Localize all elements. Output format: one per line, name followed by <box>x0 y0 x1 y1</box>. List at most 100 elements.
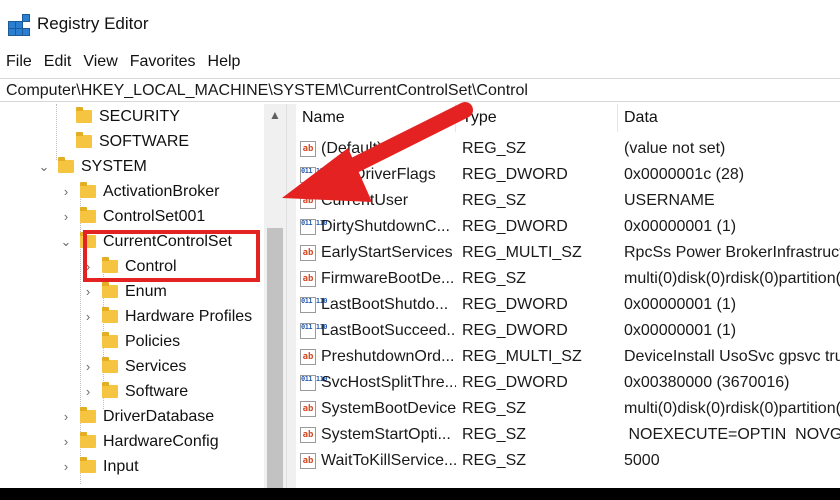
value-name: (Default) <box>321 140 383 157</box>
value-row[interactable]: ab FirmwareBootDe... REG_SZ multi(0)disk(0)… <box>296 266 840 292</box>
value-row[interactable]: ab SystemStartOpti... REG_SZ NOEXECUTE=OPT… <box>296 422 840 448</box>
value-type: REG_SZ <box>462 426 527 443</box>
folder-icon <box>58 157 74 173</box>
folder-icon <box>80 457 96 473</box>
tree-node-controlset001[interactable]: › ControlSet001 <box>60 204 205 229</box>
value-row[interactable]: ab EarlyStartServices REG_MULTI_SZ RpcSs Po… <box>296 240 840 266</box>
chevron-down-icon[interactable]: ⌄ <box>38 154 50 179</box>
chevron-right-icon[interactable]: › <box>82 354 94 379</box>
scroll-up-icon[interactable]: ▲ <box>264 108 286 126</box>
value-data: 0x00000001 (1) <box>624 218 737 235</box>
value-row[interactable]: ab CurrentUser REG_SZ USERNAME <box>296 188 840 214</box>
tree-node-currentcontrolset[interactable]: ⌄ CurrentControlSet <box>60 229 232 254</box>
chevron-right-icon[interactable]: › <box>82 254 94 279</box>
value-type: REG_SZ <box>462 400 527 417</box>
string-value-icon: ab <box>300 427 316 443</box>
scrollbar-thumb[interactable] <box>267 228 283 488</box>
tree-node-label: Policies <box>125 332 181 350</box>
title-bar: Registry Editor <box>0 0 840 48</box>
string-value-icon: ab <box>300 453 316 469</box>
menu-help[interactable]: Help <box>202 53 247 71</box>
chevron-right-icon[interactable]: › <box>60 179 72 204</box>
tree-node-label: Input <box>103 457 139 475</box>
binary-value-icon: 011 110 <box>300 167 328 183</box>
chevron-right-icon <box>82 329 94 354</box>
registry-editor-icon <box>8 13 30 36</box>
chevron-right-icon[interactable]: › <box>82 379 94 404</box>
folder-icon <box>102 382 118 398</box>
tree-node-services[interactable]: › Services <box>82 354 186 379</box>
value-row[interactable]: ab (Default) REG_SZ (value not set) <box>296 136 840 162</box>
value-row[interactable]: ab SystemBootDevice REG_SZ multi(0)disk(0)r… <box>296 396 840 422</box>
tree-scrollbar[interactable]: ▲ <box>264 104 286 488</box>
folder-icon <box>80 207 96 223</box>
tree-node-software[interactable]: SOFTWARE <box>56 129 189 154</box>
folder-icon <box>80 407 96 423</box>
value-type: REG_MULTI_SZ <box>462 244 582 261</box>
folder-icon <box>102 257 118 273</box>
tree-node-input[interactable]: › Input <box>60 454 139 479</box>
value-name: PreshutdownOrd... <box>321 348 455 365</box>
value-data: RpcSs Power BrokerInfrastructu <box>624 244 840 261</box>
registry-editor-window: Registry Editor File Edit View Favorites… <box>0 0 840 488</box>
value-row[interactable]: 011 110 LastBootSucceed... REG_DWORD 0x0000… <box>296 318 840 344</box>
address-bar[interactable]: Computer\HKEY_LOCAL_MACHINE\SYSTEM\Curre… <box>0 78 840 102</box>
value-data: DeviceInstall UsoSvc gpsvc tru <box>624 348 840 365</box>
menu-edit[interactable]: Edit <box>38 53 78 71</box>
tree-node-label: CurrentControlSet <box>103 232 232 250</box>
tree-node-label: ActivationBroker <box>103 182 220 200</box>
tree-node-software[interactable]: › Software <box>82 379 188 404</box>
folder-icon <box>102 357 118 373</box>
folder-icon <box>102 307 118 323</box>
value-row[interactable]: 011 110 LastBootShutdo... REG_DWORD 0x00000… <box>296 292 840 318</box>
values-list: Name Type Data ab (Default) REG_SZ (value n… <box>296 104 840 488</box>
value-type: REG_SZ <box>462 192 527 209</box>
menu-view[interactable]: View <box>77 53 123 71</box>
binary-value-icon: 011 110 <box>300 297 328 313</box>
string-value-icon: ab <box>300 141 316 157</box>
value-name: CurrentUser <box>321 192 409 209</box>
chevron-right-icon[interactable]: › <box>82 279 94 304</box>
tree-node-enum[interactable]: › Enum <box>82 279 167 304</box>
chevron-right-icon[interactable]: › <box>60 454 72 479</box>
value-row[interactable]: ab PreshutdownOrd... REG_MULTI_SZ DeviceIns… <box>296 344 840 370</box>
chevron-down-icon[interactable]: ⌄ <box>60 229 72 254</box>
value-row[interactable]: 011 110 SvcHostSplitThre... REG_DWORD 0x003… <box>296 370 840 396</box>
column-header-type[interactable]: Type <box>456 104 618 132</box>
value-name: WaitToKillService... <box>321 452 456 469</box>
chevron-right-icon[interactable]: › <box>60 429 72 454</box>
chevron-right-icon[interactable]: › <box>82 304 94 329</box>
tree-node-activationbroker[interactable]: › ActivationBroker <box>60 179 220 204</box>
tree-node-policies[interactable]: Policies <box>82 329 180 354</box>
tree-node-driverdatabase[interactable]: › DriverDatabase <box>60 404 214 429</box>
value-data: 0x00000001 (1) <box>624 296 737 313</box>
value-row[interactable]: 011 110 BootDriverFlags REG_DWORD 0x0000001… <box>296 162 840 188</box>
tree-node-hardware-profiles[interactable]: › Hardware Profiles <box>82 304 252 329</box>
folder-icon <box>80 432 96 448</box>
menu-favorites[interactable]: Favorites <box>124 53 202 71</box>
tree-node-label: ControlSet001 <box>103 207 206 225</box>
tree-node-hardwareconfig[interactable]: › HardwareConfig <box>60 429 219 454</box>
chevron-right-icon[interactable]: › <box>60 404 72 429</box>
string-value-icon: ab <box>300 193 316 209</box>
tree-node-security[interactable]: SECURITY <box>56 104 180 129</box>
value-name: SystemStartOpti... <box>321 426 451 443</box>
column-header-data[interactable]: Data <box>618 104 840 132</box>
tree-node-control[interactable]: › Control <box>82 254 177 279</box>
string-value-icon: ab <box>300 245 316 261</box>
value-row[interactable]: 011 110 DirtyShutdownC... REG_DWORD 0x00000… <box>296 214 840 240</box>
value-type: REG_DWORD <box>462 218 568 235</box>
chevron-right-icon[interactable]: › <box>60 204 72 229</box>
string-value-icon: ab <box>300 271 316 287</box>
tree-node-system[interactable]: ⌄ SYSTEM <box>38 154 147 179</box>
value-data: 0x00000001 (1) <box>624 322 737 339</box>
value-row[interactable]: ab WaitToKillService... REG_SZ 5000 <box>296 448 840 474</box>
menu-bar: File Edit View Favorites Help <box>0 48 840 76</box>
folder-icon <box>80 232 96 248</box>
value-name: BootDriverFlags <box>321 166 436 183</box>
value-data: 5000 <box>624 452 660 469</box>
menu-file[interactable]: File <box>0 53 38 71</box>
column-header-name[interactable]: Name <box>296 104 456 132</box>
tree-node-label: Hardware Profiles <box>125 307 253 325</box>
value-data: multi(0)disk(0)rdisk(0)partition( <box>624 400 840 417</box>
